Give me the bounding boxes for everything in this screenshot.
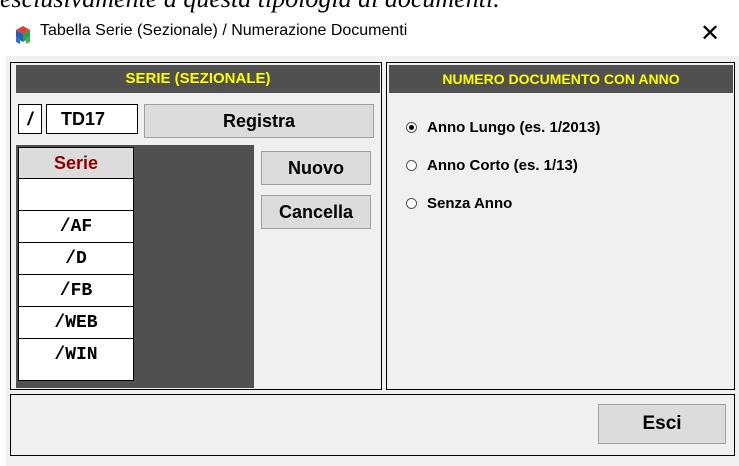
series-header: SERIE (SEZIONALE) [16, 65, 380, 93]
list-item[interactable] [19, 179, 133, 211]
exit-button[interactable]: Esci [598, 404, 726, 444]
list-item[interactable]: /AF [19, 211, 133, 243]
radio-short-year[interactable]: Anno Corto (es. 1/13) [406, 157, 578, 174]
radio-unselected-icon [406, 198, 417, 209]
series-list-header: Serie [19, 148, 133, 179]
radio-long-year-label: Anno Lungo (es. 1/2013) [427, 119, 601, 136]
window-title: Tabella Serie (Sezionale) / Numerazione … [40, 22, 408, 39]
list-item[interactable]: /FB [19, 275, 133, 307]
radio-unselected-icon [406, 160, 417, 171]
series-list[interactable]: Serie /AF /D /FB /WEB /WIN [18, 147, 134, 381]
year-numbering-panel [386, 62, 735, 390]
list-item[interactable]: /D [19, 243, 133, 275]
radio-long-year[interactable]: Anno Lungo (es. 1/2013) [406, 119, 600, 136]
app-cubes-icon [16, 26, 30, 44]
series-code-input[interactable] [46, 104, 138, 134]
radio-no-year[interactable]: Senza Anno [406, 195, 512, 212]
radio-no-year-label: Senza Anno [427, 195, 513, 212]
slash-label: / [18, 104, 42, 134]
radio-selected-icon [406, 122, 417, 133]
delete-button[interactable]: Cancella [261, 195, 371, 229]
list-item[interactable]: /WEB [19, 307, 133, 339]
register-button[interactable]: Registra [144, 104, 374, 138]
caption-text: esclusivamente a questa tipologia di doc… [0, 0, 500, 14]
list-item[interactable]: /WIN [19, 339, 133, 370]
close-icon: ✕ [699, 19, 721, 47]
radio-short-year-label: Anno Corto (es. 1/13) [427, 157, 578, 174]
new-button[interactable]: Nuovo [261, 151, 371, 185]
close-button[interactable]: ✕ [690, 16, 730, 50]
year-numbering-header: NUMERO DOCUMENTO CON ANNO [389, 65, 733, 93]
